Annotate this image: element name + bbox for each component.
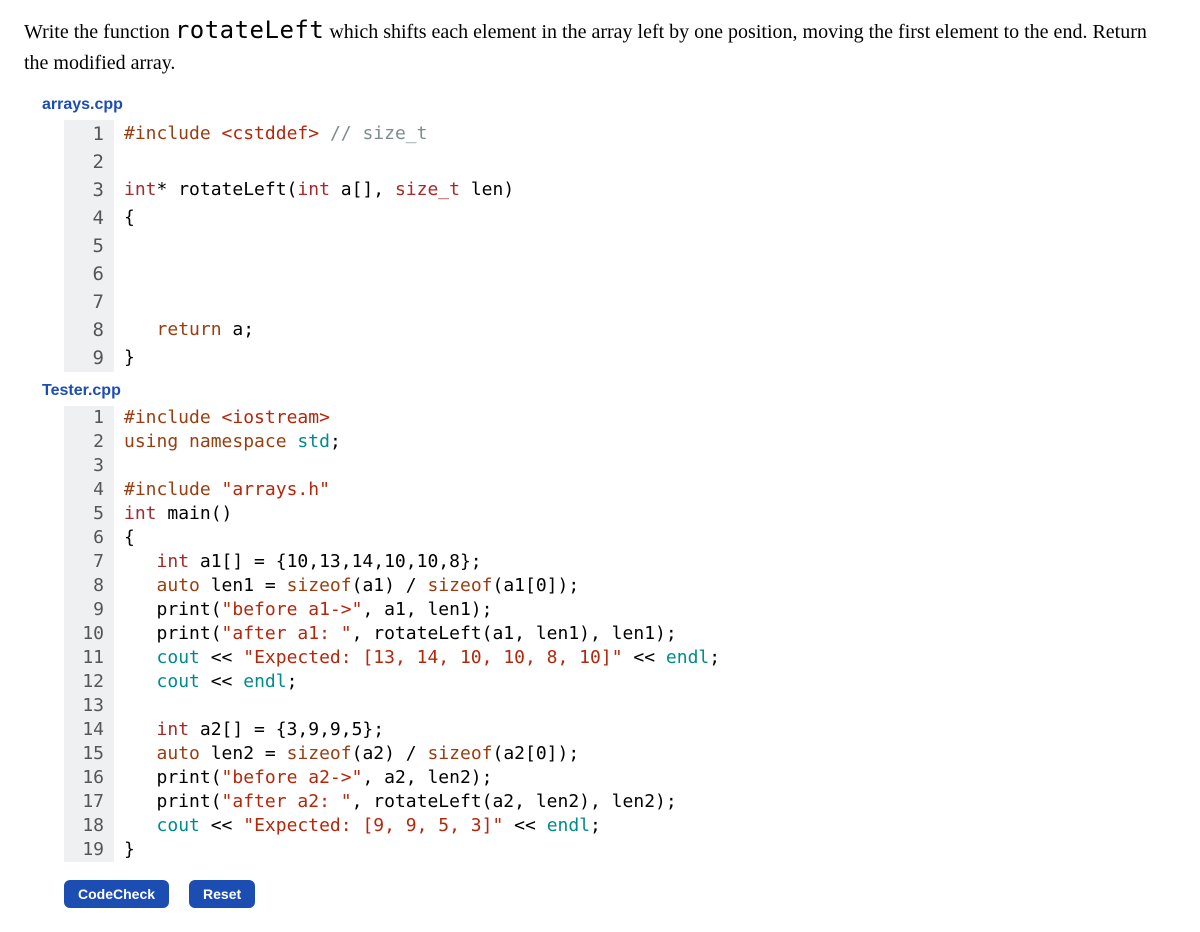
code-line: 3int* rotateLeft(int a[], size_t len)	[64, 176, 1176, 204]
code-line: 18 cout << "Expected: [9, 9, 5, 3]" << e…	[64, 814, 1176, 838]
line-number: 3	[64, 176, 114, 204]
code-content: #include <iostream>	[114, 406, 1176, 430]
code-content: int main()	[114, 502, 1176, 526]
reset-button[interactable]: Reset	[189, 880, 255, 908]
code-line[interactable]: 7	[64, 288, 1176, 316]
code-content: print("before a2->", a2, len2);	[114, 766, 1176, 790]
code-content: int a1[] = {10,13,14,10,10,8};	[114, 550, 1176, 574]
file1-name: arrays.cpp	[42, 96, 1176, 114]
code-content: cout << "Expected: [9, 9, 5, 3]" << endl…	[114, 814, 1176, 838]
line-number: 5	[64, 502, 114, 526]
code-line: 5int main()	[64, 502, 1176, 526]
code-line: 12 cout << endl;	[64, 670, 1176, 694]
code-content: cout << endl;	[114, 670, 1176, 694]
line-number: 7	[64, 288, 114, 316]
file1-code-editor[interactable]: 1#include <cstddef> // size_t23int* rota…	[64, 120, 1176, 372]
code-line: 1#include <cstddef> // size_t	[64, 120, 1176, 148]
line-number: 19	[64, 838, 114, 862]
code-line: 9 print("before a1->", a1, len1);	[64, 598, 1176, 622]
line-number: 8	[64, 316, 114, 344]
code-line: 8 return a;	[64, 316, 1176, 344]
line-number: 16	[64, 766, 114, 790]
code-content: {	[114, 204, 1176, 232]
line-number: 10	[64, 622, 114, 646]
line-number: 8	[64, 574, 114, 598]
line-number: 4	[64, 478, 114, 502]
code-content: print("after a2: ", rotateLeft(a2, len2)…	[114, 790, 1176, 814]
code-line: 4#include "arrays.h"	[64, 478, 1176, 502]
code-content: return a;	[114, 316, 1176, 344]
file2-name: Tester.cpp	[42, 382, 1176, 400]
problem-prompt: Write the function rotateLeft which shif…	[24, 12, 1176, 78]
code-content	[114, 260, 1176, 288]
line-number: 1	[64, 406, 114, 430]
line-number: 13	[64, 694, 114, 718]
code-content: using namespace std;	[114, 430, 1176, 454]
line-number: 14	[64, 718, 114, 742]
line-number: 2	[64, 148, 114, 176]
line-number: 11	[64, 646, 114, 670]
code-content: }	[114, 344, 1176, 372]
line-number: 6	[64, 526, 114, 550]
code-line: 16 print("before a2->", a2, len2);	[64, 766, 1176, 790]
line-number: 7	[64, 550, 114, 574]
code-content	[114, 232, 1176, 260]
code-content: cout << "Expected: [13, 14, 10, 10, 8, 1…	[114, 646, 1176, 670]
code-content: auto len1 = sizeof(a1) / sizeof(a1[0]);	[114, 574, 1176, 598]
code-line[interactable]: 6	[64, 260, 1176, 288]
code-line: 6{	[64, 526, 1176, 550]
line-number: 9	[64, 598, 114, 622]
code-content	[114, 454, 1176, 478]
line-number: 5	[64, 232, 114, 260]
code-line: 9}	[64, 344, 1176, 372]
code-line: 15 auto len2 = sizeof(a2) / sizeof(a2[0]…	[64, 742, 1176, 766]
code-content: }	[114, 838, 1176, 862]
code-line: 7 int a1[] = {10,13,14,10,10,8};	[64, 550, 1176, 574]
code-line: 14 int a2[] = {3,9,9,5};	[64, 718, 1176, 742]
line-number: 4	[64, 204, 114, 232]
code-content: print("after a1: ", rotateLeft(a1, len1)…	[114, 622, 1176, 646]
code-line: 11 cout << "Expected: [13, 14, 10, 10, 8…	[64, 646, 1176, 670]
code-line: 17 print("after a2: ", rotateLeft(a2, le…	[64, 790, 1176, 814]
code-line: 1#include <iostream>	[64, 406, 1176, 430]
code-line: 2using namespace std;	[64, 430, 1176, 454]
line-number: 3	[64, 454, 114, 478]
line-number: 17	[64, 790, 114, 814]
code-line: 19}	[64, 838, 1176, 862]
code-content: auto len2 = sizeof(a2) / sizeof(a2[0]);	[114, 742, 1176, 766]
code-line: 4{	[64, 204, 1176, 232]
file2-code-viewer: 1#include <iostream>2using namespace std…	[64, 406, 1176, 862]
button-row: CodeCheck Reset	[64, 880, 1176, 908]
line-number: 6	[64, 260, 114, 288]
line-number: 15	[64, 742, 114, 766]
code-content	[114, 288, 1176, 316]
prompt-pre: Write the function	[24, 21, 175, 43]
code-line: 8 auto len1 = sizeof(a1) / sizeof(a1[0])…	[64, 574, 1176, 598]
code-line: 3	[64, 454, 1176, 478]
code-content: {	[114, 526, 1176, 550]
line-number: 12	[64, 670, 114, 694]
line-number: 1	[64, 120, 114, 148]
prompt-fn: rotateLeft	[175, 16, 325, 44]
code-line: 13	[64, 694, 1176, 718]
code-content: print("before a1->", a1, len1);	[114, 598, 1176, 622]
code-line[interactable]: 5	[64, 232, 1176, 260]
line-number: 18	[64, 814, 114, 838]
code-line: 10 print("after a1: ", rotateLeft(a1, le…	[64, 622, 1176, 646]
line-number: 9	[64, 344, 114, 372]
codecheck-button[interactable]: CodeCheck	[64, 880, 169, 908]
code-content: int a2[] = {3,9,9,5};	[114, 718, 1176, 742]
line-number: 2	[64, 430, 114, 454]
code-content: #include <cstddef> // size_t	[114, 120, 1176, 148]
code-content	[114, 148, 1176, 176]
code-content: int* rotateLeft(int a[], size_t len)	[114, 176, 1176, 204]
code-line: 2	[64, 148, 1176, 176]
code-content	[114, 694, 1176, 718]
code-content: #include "arrays.h"	[114, 478, 1176, 502]
